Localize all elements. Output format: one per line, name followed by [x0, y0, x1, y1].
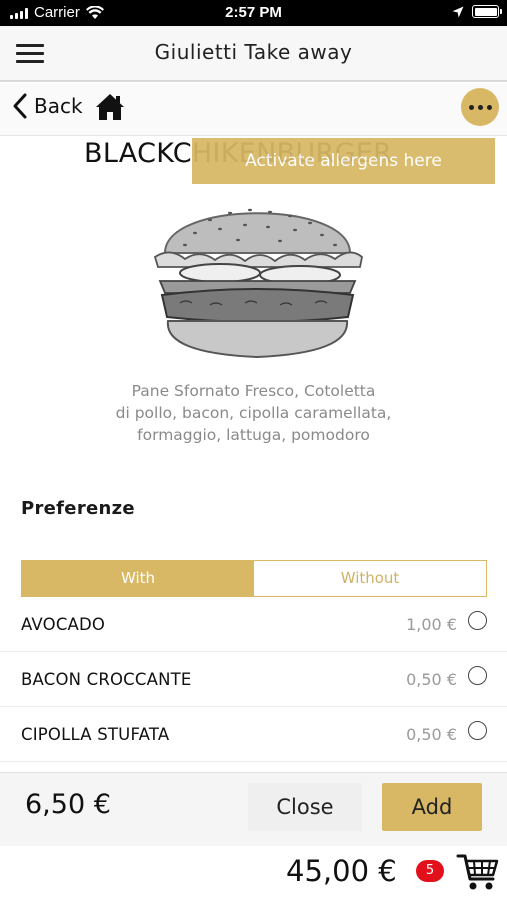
back-button[interactable]: Back [10, 92, 83, 120]
without-tab[interactable]: Without [254, 561, 486, 596]
option-row[interactable]: BACON CROCCANTE 0,50 € [0, 652, 507, 707]
cart-count-badge: 5 [416, 860, 444, 882]
options-list: AVOCADO 1,00 € BACON CROCCANTE 0,50 € CI… [0, 597, 507, 762]
nav-bar: Back [0, 84, 507, 136]
option-price: 0,50 € [406, 725, 457, 744]
option-radio[interactable] [468, 666, 487, 685]
order-footer: 6,50 € Close Add [0, 772, 507, 846]
option-row[interactable]: CIPOLLA STUFATA 0,50 € [0, 707, 507, 762]
option-name: CIPOLLA STUFATA [21, 725, 170, 744]
option-price: 1,00 € [406, 615, 457, 634]
option-name: BACON CROCCANTE [21, 670, 192, 689]
option-name: AVOCADO [21, 615, 106, 634]
cart-total: 45,00 € [286, 854, 397, 888]
shopping-cart-icon[interactable] [456, 852, 500, 892]
option-price: 0,50 € [406, 670, 457, 689]
option-radio[interactable] [468, 611, 487, 630]
add-button[interactable]: Add [382, 783, 482, 831]
cart-bar: 45,00 € 5 [0, 846, 507, 900]
back-label: Back [34, 94, 83, 118]
home-icon[interactable] [95, 92, 125, 122]
status-time: 2:57 PM [225, 4, 282, 21]
burger-image [153, 208, 363, 359]
with-without-toggle: With Without [21, 560, 487, 597]
allergen-tooltip[interactable]: Activate allergens here [192, 138, 495, 184]
app-header: Giulietti Take away [0, 26, 507, 82]
close-button[interactable]: Close [248, 783, 362, 831]
status-right [452, 5, 502, 18]
item-price: 6,50 € [25, 789, 111, 820]
chevron-left-icon [13, 93, 27, 119]
option-row[interactable]: AVOCADO 1,00 € [0, 597, 507, 652]
description-line: Pane Sfornato Fresco, Cotoletta [131, 382, 376, 400]
description-line: di pollo, bacon, cipolla caramellata, [115, 404, 392, 422]
status-bar: Carrier 2:57 PM [0, 0, 507, 26]
description-line: formaggio, lattuga, pomodoro [137, 426, 370, 444]
product-description: Pane Sfornato Fresco, Cotoletta di pollo… [60, 380, 447, 446]
location-icon [452, 6, 464, 17]
preferences-title: Preferenze [21, 498, 135, 519]
app-title: Giulietti Take away [154, 40, 353, 64]
option-radio[interactable] [468, 721, 487, 740]
with-tab[interactable]: With [22, 561, 254, 596]
battery-icon [472, 5, 502, 18]
more-options-icon[interactable] [461, 88, 499, 126]
